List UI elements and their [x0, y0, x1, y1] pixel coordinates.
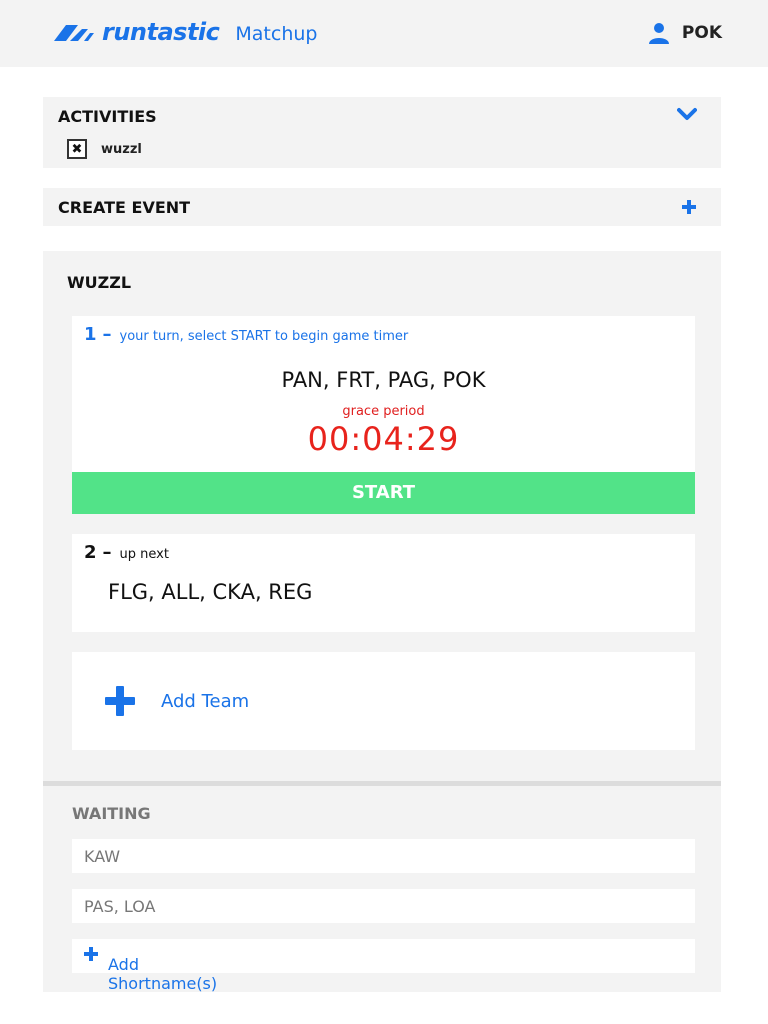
- logo-wordmark: runtastic: [102, 18, 220, 46]
- event-title: WUZZL: [67, 273, 132, 292]
- user-menu[interactable]: POK: [648, 22, 722, 44]
- plus-icon: [105, 686, 135, 716]
- add-shortname-label: Add Shortname(s): [108, 955, 218, 993]
- waiting-entry[interactable]: PAS, LOA: [72, 889, 695, 923]
- plus-icon[interactable]: [681, 199, 697, 215]
- current-teams: PAN, FRT, PAG, POK: [281, 368, 486, 392]
- next-teams: FLG, ALL, CKA, REG: [108, 580, 313, 604]
- create-event-title: CREATE EVENT: [58, 198, 191, 217]
- activity-checkbox[interactable]: ✖: [67, 139, 87, 159]
- turn-instruction: your turn, select START to begin game ti…: [119, 329, 409, 344]
- next-turn-row: 2 – up next: [84, 542, 169, 563]
- current-game-card: 1 – your turn, select START to begin gam…: [72, 316, 695, 514]
- next-game-card: 2 – up next FLG, ALL, CKA, REG: [72, 534, 695, 632]
- app-name: Matchup: [235, 22, 318, 45]
- add-shortname-button[interactable]: Add Shortname(s): [72, 939, 695, 993]
- activities-panel: ACTIVITIES ✖ wuzzl: [43, 97, 721, 168]
- user-icon: [648, 23, 669, 44]
- add-team-button[interactable]: Add Team: [104, 685, 249, 717]
- add-team-label: Add Team: [161, 690, 250, 712]
- queue-dash: –: [102, 324, 112, 345]
- waiting-title: WAITING: [72, 804, 151, 823]
- logo[interactable]: runtastic Matchup: [48, 20, 317, 44]
- queue-dash: –: [102, 542, 112, 563]
- activity-label: wuzzl: [101, 141, 142, 157]
- queue-number: 1: [84, 324, 97, 345]
- create-event-panel[interactable]: CREATE EVENT: [43, 188, 721, 226]
- waiting-panel: WAITING KAW PAS, LOA Add Shortname(s): [43, 781, 721, 993]
- activities-title: ACTIVITIES: [58, 107, 157, 126]
- runtastic-logo-icon: [54, 25, 94, 41]
- add-team-card: Add Team: [72, 652, 695, 750]
- waiting-entry[interactable]: KAW: [72, 839, 695, 873]
- app-header: runtastic Matchup POK: [0, 0, 768, 67]
- chevron-down-icon[interactable]: [677, 107, 697, 123]
- waiting-entry-text: KAW: [84, 847, 121, 866]
- up-next-label: up next: [119, 547, 169, 562]
- add-shortname-row: Add Shortname(s): [84, 947, 217, 993]
- queue-number: 2: [84, 542, 97, 563]
- waiting-entry-text: PAS, LOA: [84, 897, 156, 916]
- event-panel: WUZZL 1 – your turn, select START to beg…: [43, 251, 721, 782]
- activity-item-wuzzl[interactable]: ✖ wuzzl: [67, 139, 142, 159]
- username: POK: [681, 23, 722, 43]
- start-button[interactable]: START: [72, 472, 695, 514]
- plus-icon: [84, 947, 98, 961]
- grace-period-label: grace period: [342, 404, 425, 419]
- current-turn-row: 1 – your turn, select START to begin gam…: [84, 324, 408, 345]
- grace-timer: 00:04:29: [307, 420, 460, 458]
